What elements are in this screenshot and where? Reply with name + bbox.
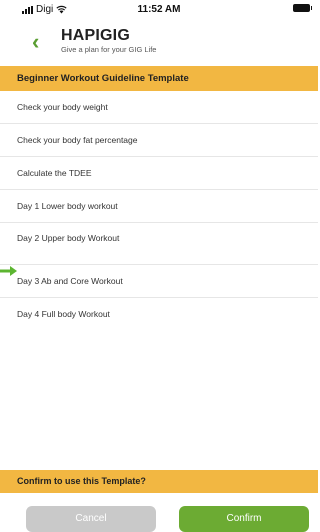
list-item[interactable]: Day 4 Full body Workout [0,298,318,331]
battery-icon [293,4,312,12]
list-item[interactable]: Day 3 Ab and Core Workout [0,265,318,298]
confirm-prompt: Confirm to use this Template? [0,470,318,493]
template-title: Beginner Workout Guideline Template [0,66,318,91]
status-time: 11:52 AM [137,4,181,15]
list-item[interactable]: Check your body fat percentage [0,124,318,157]
app-header: ‹ HAPIGIG Give a plan for your GIG Life [0,20,318,66]
confirm-button[interactable]: Confirm [179,506,309,532]
status-bar: Digi 11:52 AM [0,0,318,20]
app-title: HAPIGIG [61,27,130,44]
app-subtitle: Give a plan for your GIG Life [61,45,157,54]
list-item[interactable]: Day 1 Lower body workout [0,190,318,223]
cancel-button[interactable]: Cancel [26,506,156,532]
back-chevron-icon[interactable]: ‹ [32,30,48,54]
arrow-right-icon [0,266,17,276]
list-item[interactable]: Check your body weight [0,91,318,124]
list-item[interactable]: Day 2 Upper body Workout [0,222,318,265]
list-item[interactable]: Calculate the TDEE [0,157,318,190]
